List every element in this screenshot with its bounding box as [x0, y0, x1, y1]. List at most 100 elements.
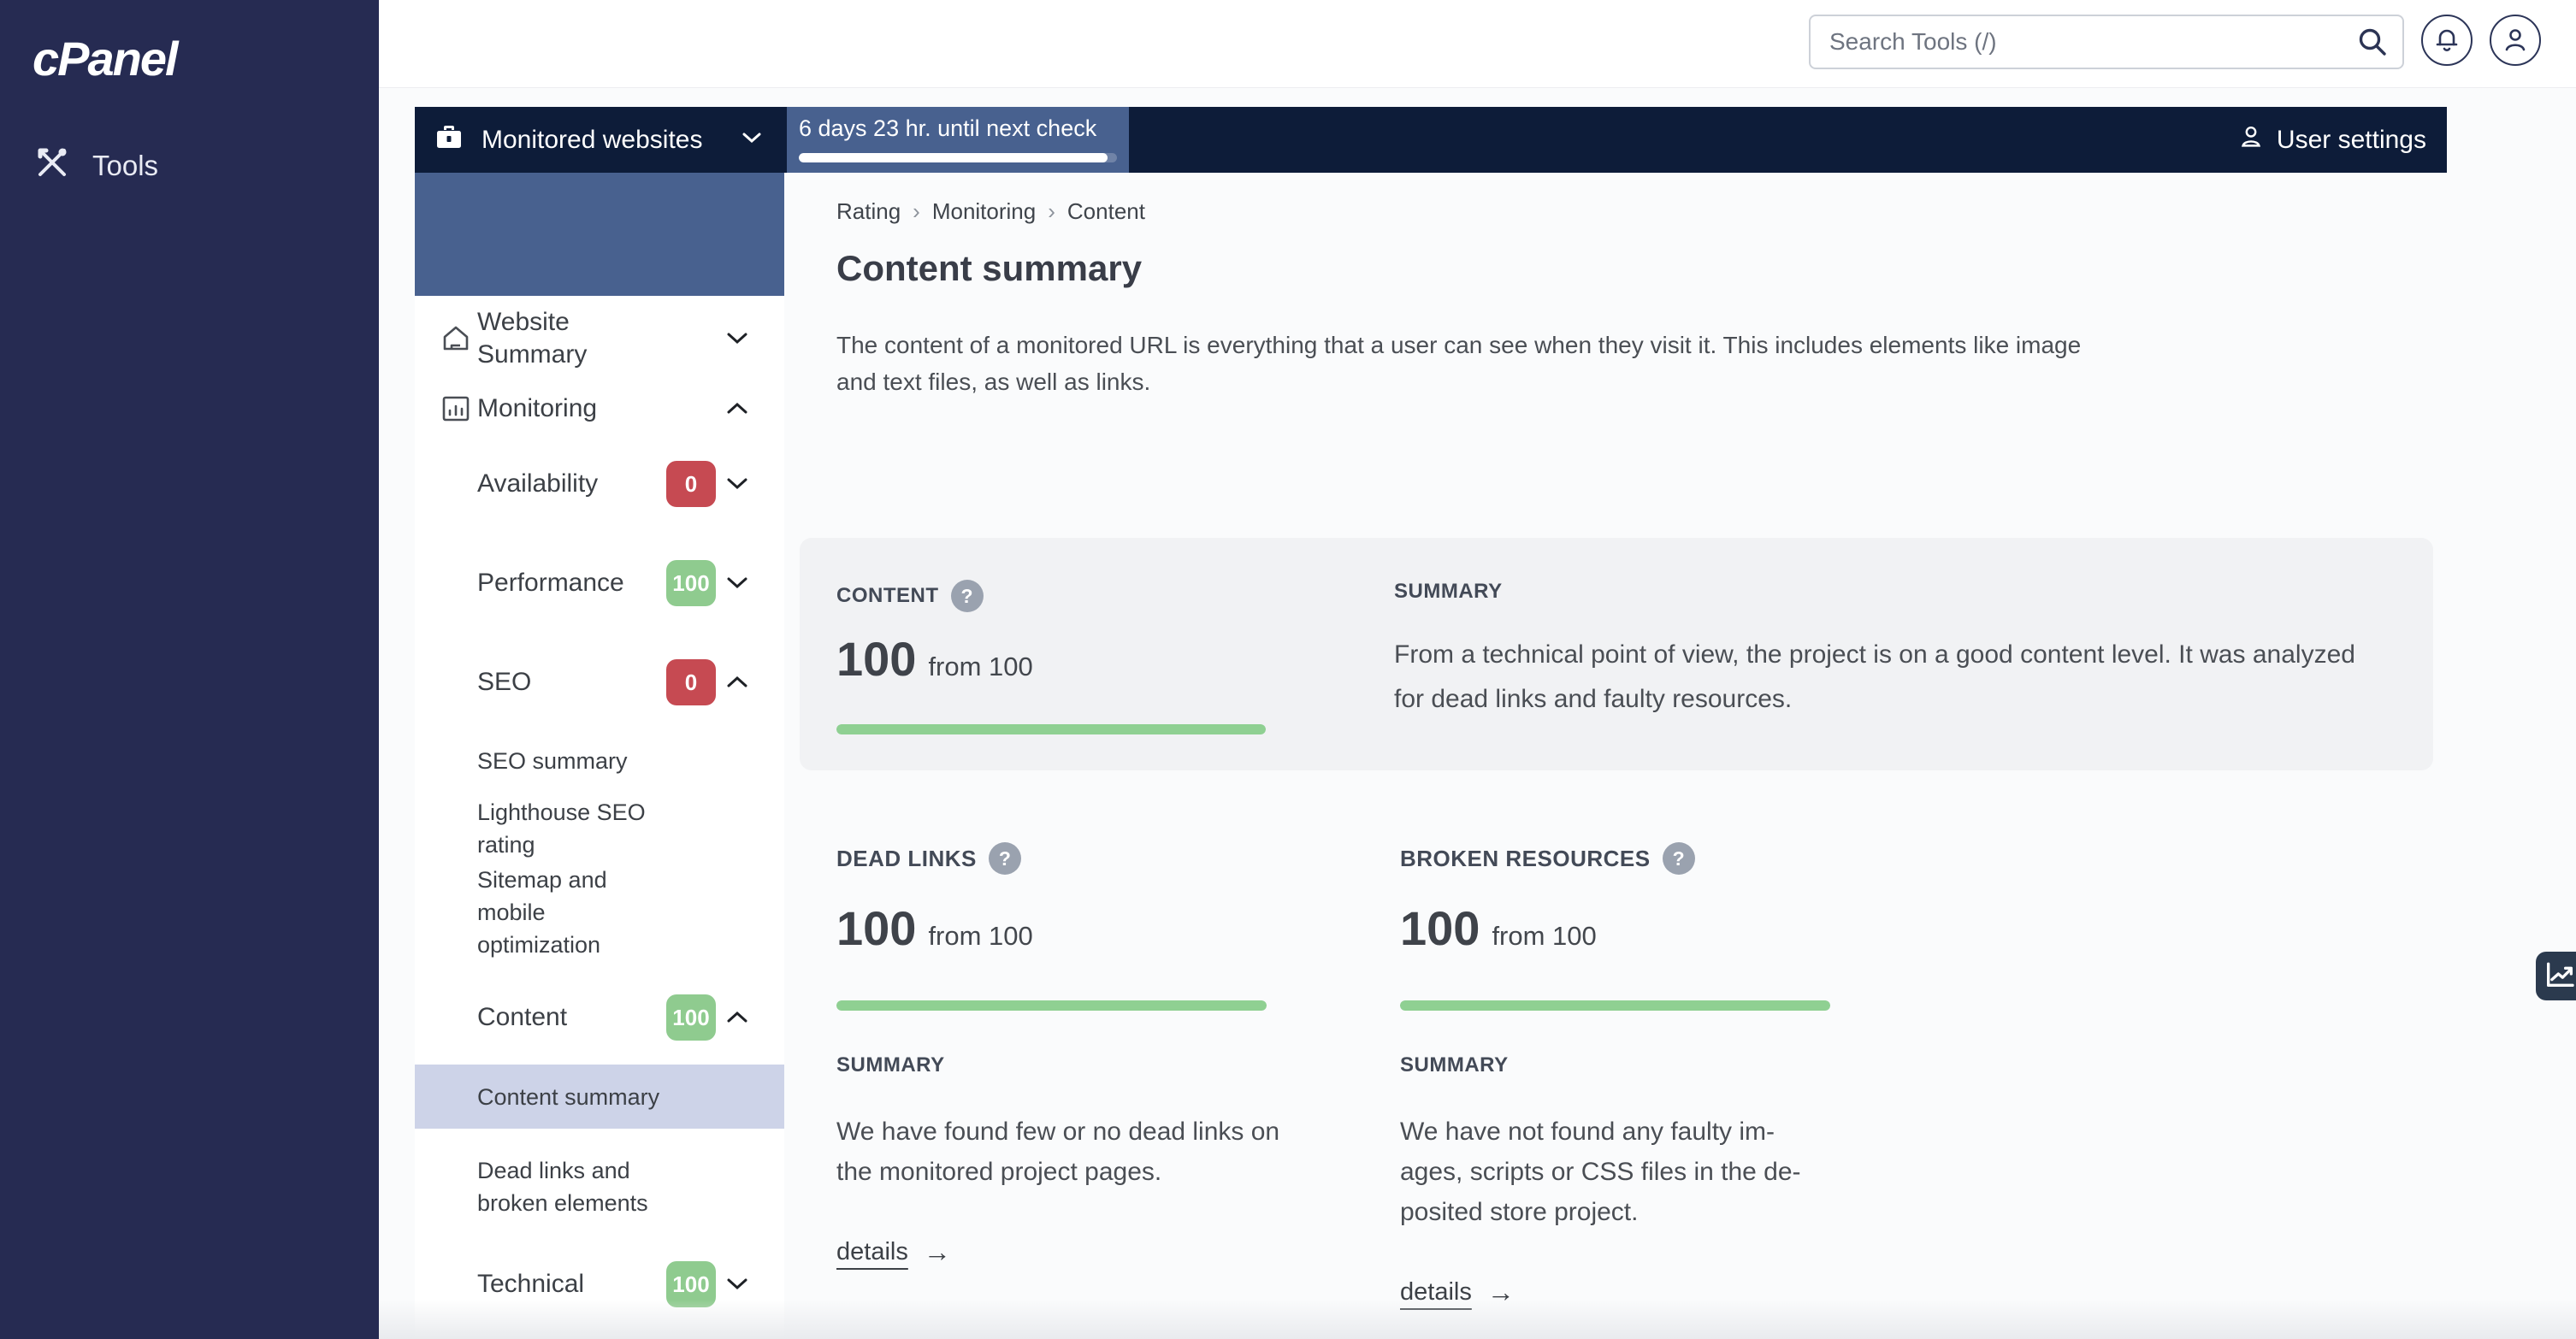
dead-links-section: DEAD LINKS ? 100 from 100 SUMMARY We hav…: [836, 842, 1315, 1268]
sidebar-item-label: Availability: [477, 468, 598, 500]
arrow-right-icon: →: [1487, 1277, 1515, 1308]
help-icon[interactable]: ?: [989, 842, 1021, 875]
chevron-down-icon: [741, 130, 763, 150]
content-summary-column: SUMMARY From a technical point of view, …: [1394, 580, 2386, 722]
sidebar-item-seo-summary[interactable]: SEO summary: [415, 735, 784, 787]
dead-links-bar-fill: [836, 1000, 1267, 1011]
sidebar-item-label: Performance: [477, 567, 624, 599]
help-icon[interactable]: ?: [1663, 842, 1695, 875]
breadcrumb-content[interactable]: Content: [1067, 198, 1145, 225]
broken-resources-score-from: from 100: [1492, 921, 1596, 952]
breadcrumb: Rating › Monitoring › Content: [836, 198, 1145, 225]
user-settings-icon: [2237, 123, 2265, 157]
search-input[interactable]: [1809, 15, 2404, 69]
user-settings-label: User settings: [2277, 126, 2426, 155]
user-icon: [2501, 25, 2530, 56]
sidebar-item-label: Lighthouse SEO rating: [477, 796, 661, 861]
app-navbar: Monitored websites 6 days 23 hr. until n…: [415, 107, 2447, 173]
page-title: Content summary: [836, 248, 1142, 289]
chevron-down-icon: [725, 476, 749, 492]
content-score-bar-track: [836, 724, 1266, 734]
tools-icon: [34, 145, 70, 187]
home-icon: [440, 324, 471, 353]
cpanel-logo: cPanel: [32, 31, 177, 86]
search-input-wrap: [1809, 15, 2404, 69]
site-menu-label: Monitored websites: [482, 126, 702, 155]
performance-badge: 100: [666, 560, 716, 606]
chevron-up-icon: [725, 675, 749, 690]
broken-resources-score-value: 100: [1400, 900, 1480, 956]
sidebar-item-technical[interactable]: Technical 100: [415, 1259, 784, 1310]
help-icon[interactable]: ?: [951, 580, 984, 612]
details-link-label: details: [1400, 1278, 1472, 1307]
chevron-down-icon: [725, 331, 749, 346]
details-link-label: details: [836, 1238, 908, 1266]
bell-icon: [2432, 25, 2461, 56]
content-badge: 100: [666, 994, 716, 1041]
content-score-from: from 100: [928, 652, 1032, 682]
sidebar-item-label: Content summary: [477, 1081, 659, 1113]
app-root: cPanel Tools: [0, 0, 2576, 1339]
broken-resources-label: BROKEN RESOURCES: [1400, 846, 1651, 872]
next-check-progress-fill: [799, 153, 1108, 162]
rail-item-tools[interactable]: Tools: [0, 135, 379, 197]
sidebar-item-label: Technical: [477, 1268, 584, 1301]
next-check-status: 6 days 23 hr. until next check: [787, 107, 1129, 173]
broken-resources-summary-text: We have not found any faulty im­ages, sc…: [1400, 1112, 1828, 1232]
breadcrumb-separator: ›: [913, 198, 920, 225]
user-settings-button[interactable]: User settings: [2217, 107, 2447, 173]
arrow-right-icon: →: [924, 1236, 951, 1268]
breadcrumb-rating[interactable]: Rating: [836, 198, 901, 225]
briefcase-icon: [434, 122, 464, 157]
summary-label: SUMMARY: [836, 1053, 1315, 1077]
sidebar-item-seo[interactable]: SEO 0: [415, 657, 784, 708]
sidebar-item-availability[interactable]: Availability 0: [415, 458, 784, 510]
chevron-down-icon: [725, 1277, 749, 1292]
account-button[interactable]: [2490, 15, 2541, 66]
broken-resources-bar-fill: [1400, 1000, 1830, 1011]
breadcrumb-monitoring[interactable]: Monitoring: [932, 198, 1036, 225]
sidebar-item-website-summary[interactable]: Website Summary: [415, 313, 784, 364]
site-menu-panel: [415, 173, 784, 296]
monitoring-sidebar: Website Summary Monitoring Availability …: [415, 296, 784, 1339]
broken-resources-details-link[interactable]: details →: [1400, 1277, 1515, 1308]
trend-chart-icon: [2543, 957, 2576, 995]
technical-badge: 100: [666, 1261, 716, 1307]
chevron-down-icon: [725, 575, 749, 591]
chevron-up-icon: [725, 1010, 749, 1025]
sidebar-item-label: Content: [477, 1001, 567, 1034]
dead-links-details-link[interactable]: details →: [836, 1236, 951, 1268]
seo-badge: 0: [666, 659, 716, 705]
sidebar-item-label: Monitoring: [477, 392, 597, 425]
dead-links-score-from: from 100: [928, 921, 1032, 952]
sidebar-item-lighthouse-seo-rating[interactable]: Lighthouse SEO rating: [415, 803, 784, 854]
availability-badge: 0: [666, 461, 716, 507]
broken-resources-bar-track: [1400, 1000, 1830, 1011]
summary-label: SUMMARY: [1394, 580, 1503, 603]
sidebar-item-label: Website Summary: [477, 306, 661, 371]
search-icon[interactable]: [2356, 26, 2389, 58]
breadcrumb-separator: ›: [1048, 198, 1055, 225]
notifications-button[interactable]: [2421, 15, 2473, 66]
chart-fab-button[interactable]: [2536, 952, 2576, 1000]
content-score-card: CONTENT ? 100 from 100 SUMMARY From a te…: [800, 538, 2433, 770]
dead-links-bar-track: [836, 1000, 1267, 1011]
chevron-up-icon: [725, 401, 749, 416]
sidebar-item-label: SEO: [477, 666, 531, 699]
rail-item-tools-label: Tools: [92, 150, 158, 182]
content-summary-text: From a technical point of view, the proj…: [1394, 633, 2386, 722]
sidebar-item-monitoring[interactable]: Monitoring: [415, 383, 784, 434]
sidebar-item-label: Dead links and broken elements: [477, 1154, 661, 1219]
sidebar-item-content-summary[interactable]: Content summary: [415, 1065, 784, 1129]
sidebar-item-performance[interactable]: Performance 100: [415, 557, 784, 609]
site-menu-dropdown[interactable]: Monitored websites: [415, 107, 787, 173]
bar-chart-icon: [440, 394, 471, 423]
page-description: The content of a monitored URL is everyt…: [836, 327, 2085, 400]
dead-links-summary-text: We have found few or no dead links on th…: [836, 1112, 1281, 1192]
sidebar-item-label: SEO summary: [477, 745, 628, 777]
sidebar-item-label: Sitemap and mobile optimization: [477, 864, 661, 961]
top-bar: [379, 0, 2576, 88]
sidebar-item-content[interactable]: Content 100: [415, 992, 784, 1043]
dead-links-label: DEAD LINKS: [836, 846, 977, 872]
content-score-column: CONTENT ? 100 from 100: [836, 580, 1281, 734]
